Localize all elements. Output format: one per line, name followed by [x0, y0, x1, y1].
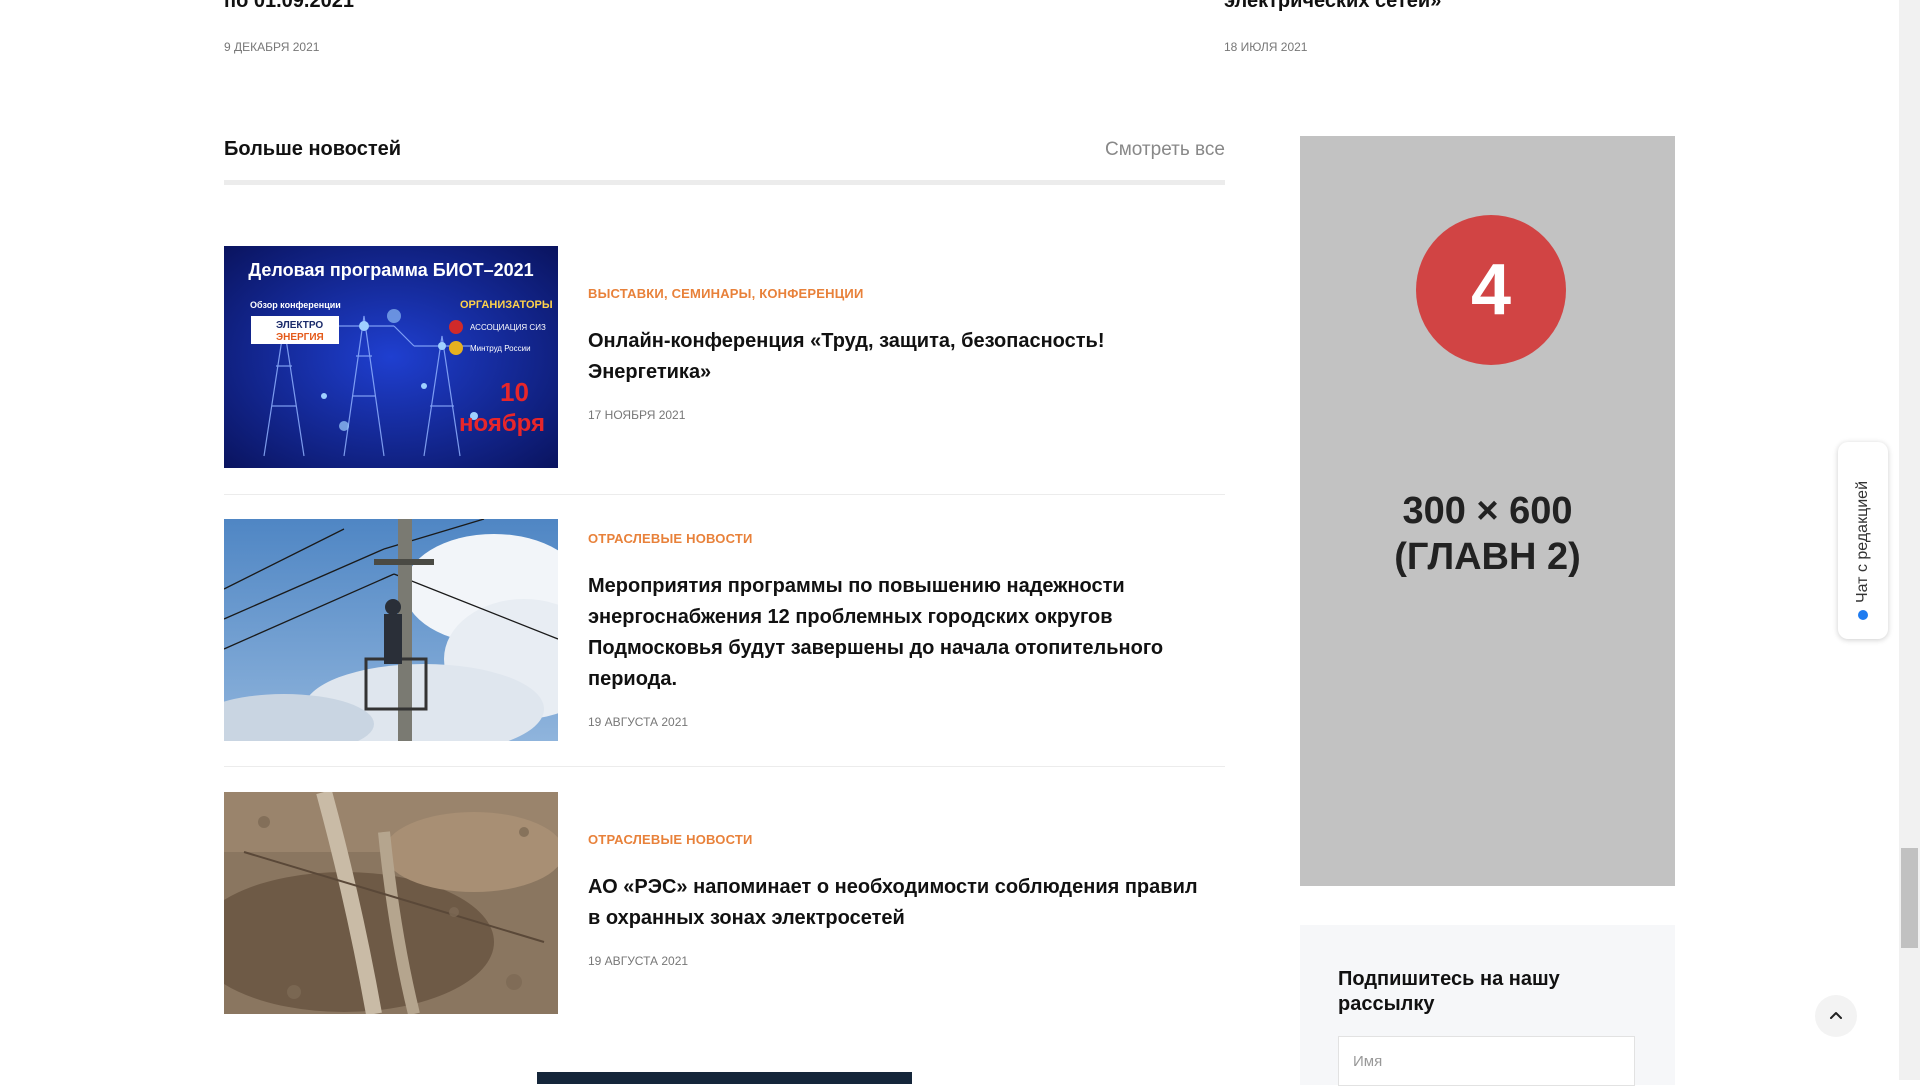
news-category[interactable]: ОТРАСЛЕВЫЕ НОВОСТИ — [588, 832, 1208, 847]
banner-org2: Минтруд России — [470, 344, 531, 353]
chat-label: Чат с редакцией — [1854, 480, 1871, 604]
news-thumbnail[interactable]: Деловая программа БИОТ–2021 Обзор конфер… — [224, 246, 558, 468]
news-category[interactable]: ВЫСТАВКИ, СЕМИНАРЫ, КОНФЕРЕНЦИИ — [588, 286, 1208, 301]
see-all-link[interactable]: Смотреть все — [1105, 139, 1225, 161]
ad-banner[interactable]: 4 300 × 600 (ГЛАВН 2) — [1300, 136, 1675, 886]
news-title[interactable]: Онлайн-конференция «Труд, защита, безопа… — [588, 326, 1208, 388]
ad-size-label: 300 × 600 (ГЛАВН 2) — [1300, 488, 1675, 580]
ad-number-badge: 4 — [1416, 215, 1566, 365]
news-category[interactable]: ОТРАСЛЕВЫЕ НОВОСТИ — [588, 531, 1208, 546]
excavated-cable-image[interactable] — [224, 792, 558, 1014]
prev-article-title[interactable]: по 01.09.2021 — [224, 0, 354, 13]
news-date: 17 НОЯБРЯ 2021 — [588, 408, 686, 422]
news-divider — [224, 766, 1225, 767]
conference-banner-image[interactable]: Деловая программа БИОТ–2021 Обзор конфер… — [224, 246, 558, 468]
page-scrollbar[interactable] — [1899, 0, 1920, 1080]
news-thumbnail[interactable] — [224, 519, 558, 741]
online-status-dot — [1858, 610, 1868, 620]
news-item[interactable]: Деловая программа БИОТ–2021 Обзор конфер… — [224, 246, 1225, 468]
news-meta: ОТРАСЛЕВЫЕ НОВОСТИ АО «РЭС» напоминает о… — [588, 832, 1208, 968]
chat-with-editors-tab[interactable]: Чат с редакцией — [1838, 442, 1888, 639]
banner-heading: Деловая программа БИОТ–2021 — [248, 260, 533, 280]
news-title[interactable]: Мероприятия программы по повышению надеж… — [588, 571, 1208, 695]
news-date: 19 АВГУСТА 2021 — [588, 715, 689, 729]
newsletter-subscribe: Подпишитесь на нашу рассылку — [1300, 925, 1675, 1086]
banner-subtitle: Обзор конференции — [250, 300, 341, 310]
banner-month: ноября — [459, 410, 545, 437]
name-field[interactable] — [1338, 1036, 1635, 1086]
ad-size-line1: 300 × 600 — [1402, 490, 1573, 532]
prev-article-date: 9 ДЕКАБРЯ 2021 — [224, 40, 320, 54]
news-meta: ВЫСТАВКИ, СЕМИНАРЫ, КОНФЕРЕНЦИИ Онлайн-к… — [588, 286, 1208, 422]
prev-article-title[interactable]: электрических сетей» — [1224, 0, 1441, 13]
news-date: 19 АВГУСТА 2021 — [588, 954, 689, 968]
banner-logo-line1: ЭЛЕКТРО — [276, 320, 323, 331]
scroll-to-top-button[interactable] — [1815, 995, 1857, 1037]
prev-article-date: 18 ИЮЛЯ 2021 — [1224, 40, 1308, 54]
banner-day: 10 — [500, 377, 529, 407]
scrollbar-thumb[interactable] — [1901, 848, 1918, 948]
section-title: Больше новостей — [224, 138, 402, 160]
ad-size-line2: (ГЛАВН 2) — [1394, 536, 1581, 578]
banner-org1: АССОЦИАЦИЯ СИЗ — [470, 323, 546, 332]
chevron-up-icon — [1830, 1012, 1842, 1019]
load-more-button[interactable] — [537, 1072, 912, 1084]
news-title[interactable]: АО «РЭС» напоминает о необходимости собл… — [588, 872, 1208, 934]
news-item[interactable]: ОТРАСЛЕВЫЕ НОВОСТИ АО «РЭС» напоминает о… — [224, 792, 1225, 1014]
power-line-worker-image[interactable] — [224, 519, 558, 741]
news-item[interactable]: ОТРАСЛЕВЫЕ НОВОСТИ Мероприятия программы… — [224, 519, 1225, 741]
section-divider — [224, 180, 1225, 185]
news-meta: ОТРАСЛЕВЫЕ НОВОСТИ Мероприятия программы… — [588, 531, 1208, 729]
banner-logo-line2: ЭНЕРГИЯ — [276, 332, 324, 343]
banner-organizers: ОРГАНИЗАТОРЫ — [460, 299, 553, 311]
news-divider — [224, 494, 1225, 495]
news-thumbnail[interactable] — [224, 792, 558, 1014]
newsletter-title: Подпишитесь на нашу рассылку — [1338, 968, 1560, 1015]
